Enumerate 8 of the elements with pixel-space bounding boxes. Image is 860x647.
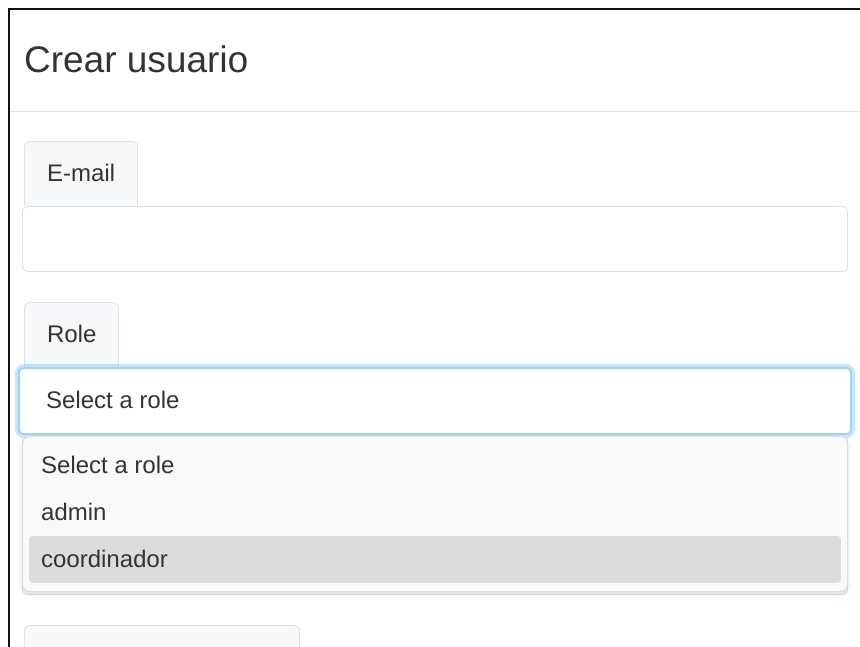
page-title: Crear usuario [24, 38, 248, 80]
field-label: Role [24, 302, 120, 367]
email-field[interactable] [22, 206, 848, 272]
role-select[interactable]: Select a role [18, 367, 852, 435]
dropdown-option[interactable]: admin [29, 489, 841, 536]
dropdown-option[interactable]: Select a role [29, 442, 841, 489]
field-label: E-mail [24, 141, 138, 206]
dropdown-option[interactable]: coordinador [29, 536, 841, 583]
